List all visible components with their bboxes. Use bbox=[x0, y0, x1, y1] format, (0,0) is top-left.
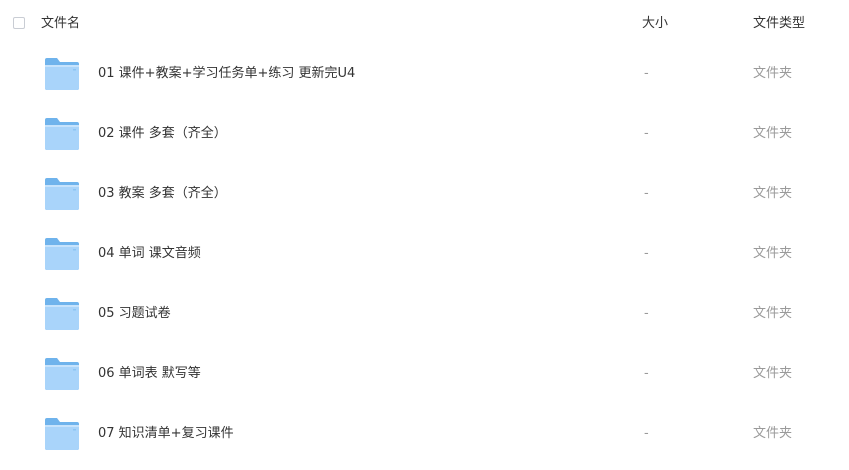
file-row[interactable]: 01 课件+教案+学习任务单+练习 更新完U4 - 文件夹 bbox=[0, 44, 849, 104]
file-name[interactable]: 06 单词表 默写等 bbox=[98, 365, 201, 383]
file-size: - bbox=[644, 366, 649, 381]
column-header-name[interactable]: 文件名 bbox=[41, 15, 80, 33]
folder-icon bbox=[44, 357, 80, 391]
folder-icon bbox=[44, 297, 80, 331]
file-row[interactable]: 07 知识清单+复习课件 - 文件夹 bbox=[0, 404, 849, 464]
file-name[interactable]: 03 教案 多套（齐全） bbox=[98, 185, 227, 203]
file-list-header: 文件名 大小 文件类型 bbox=[0, 0, 849, 48]
file-name[interactable]: 05 习题试卷 bbox=[98, 305, 171, 323]
file-size: - bbox=[644, 426, 649, 441]
file-type: 文件夹 bbox=[753, 246, 793, 261]
folder-icon bbox=[44, 237, 80, 271]
file-row[interactable]: 04 单词 课文音频 - 文件夹 bbox=[0, 224, 849, 284]
file-type: 文件夹 bbox=[753, 66, 793, 81]
file-size: - bbox=[644, 186, 649, 201]
file-type: 文件夹 bbox=[753, 426, 793, 441]
file-type: 文件夹 bbox=[753, 126, 793, 141]
file-name[interactable]: 07 知识清单+复习课件 bbox=[98, 425, 234, 443]
folder-icon bbox=[44, 417, 80, 451]
column-header-type[interactable]: 文件类型 bbox=[753, 15, 805, 33]
file-type: 文件夹 bbox=[753, 366, 793, 381]
file-row[interactable]: 03 教案 多套（齐全） - 文件夹 bbox=[0, 164, 849, 224]
file-name[interactable]: 02 课件 多套（齐全） bbox=[98, 125, 227, 143]
file-row[interactable]: 05 习题试卷 - 文件夹 bbox=[0, 284, 849, 344]
file-size: - bbox=[644, 126, 649, 141]
file-type: 文件夹 bbox=[753, 306, 793, 321]
file-list: 01 课件+教案+学习任务单+练习 更新完U4 - 文件夹 02 课件 多套（齐… bbox=[0, 44, 849, 464]
file-name[interactable]: 04 单词 课文音频 bbox=[98, 245, 201, 263]
file-type: 文件夹 bbox=[753, 186, 793, 201]
select-all-checkbox[interactable] bbox=[13, 17, 25, 29]
file-size: - bbox=[644, 66, 649, 81]
file-row[interactable]: 06 单词表 默写等 - 文件夹 bbox=[0, 344, 849, 404]
folder-icon bbox=[44, 57, 80, 91]
file-row[interactable]: 02 课件 多套（齐全） - 文件夹 bbox=[0, 104, 849, 164]
file-size: - bbox=[644, 246, 649, 261]
file-name[interactable]: 01 课件+教案+学习任务单+练习 更新完U4 bbox=[98, 65, 355, 83]
folder-icon bbox=[44, 117, 80, 151]
column-header-size[interactable]: 大小 bbox=[642, 15, 668, 33]
folder-icon bbox=[44, 177, 80, 211]
file-size: - bbox=[644, 306, 649, 321]
